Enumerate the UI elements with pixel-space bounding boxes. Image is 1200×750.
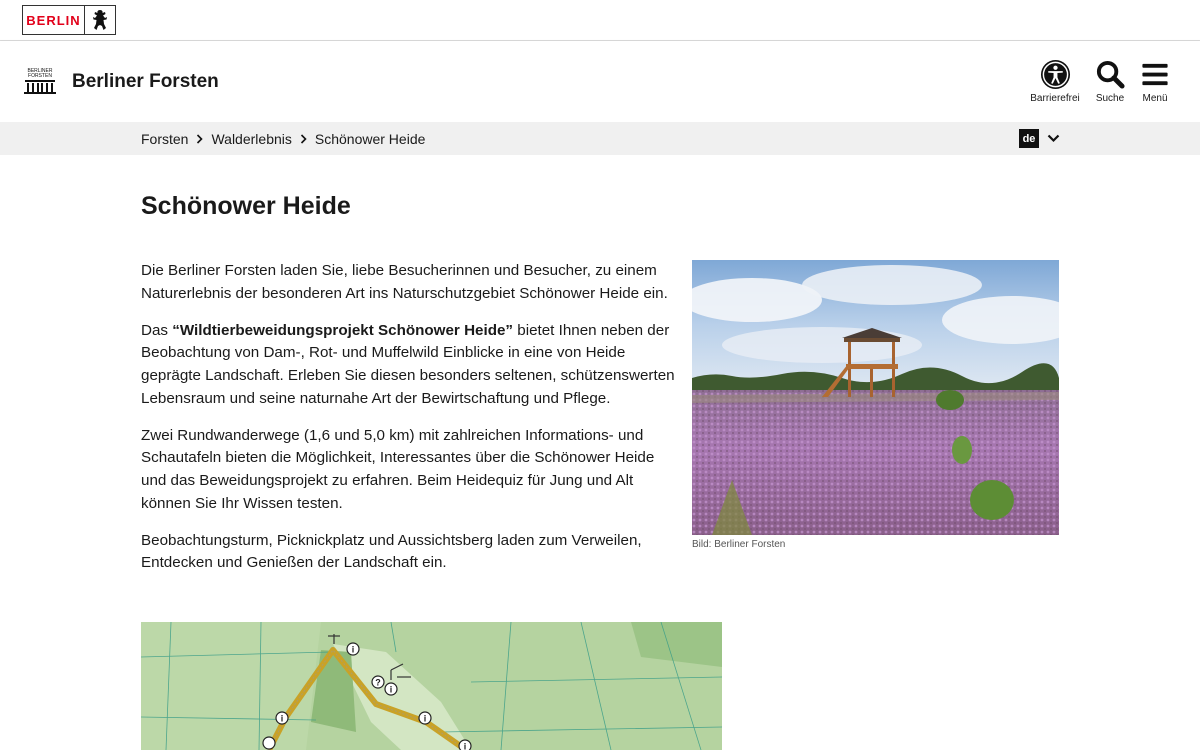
breadcrumb: Forsten Walderlebnis Schönower Heide (141, 131, 425, 147)
berliner-forsten-emblem-icon[interactable]: BERLINER FORSTEN (22, 66, 58, 96)
search-icon (1096, 60, 1125, 89)
page-title: Schönower Heide (141, 192, 351, 220)
paragraph-project: Das “Wildtierbeweidungsprojekt Schönower… (141, 320, 676, 410)
site-title[interactable]: Berliner Forsten (72, 71, 219, 93)
language-selector[interactable]: de (1019, 129, 1060, 148)
menu-button[interactable]: Menü (1138, 59, 1172, 104)
berlin-bear-icon (85, 6, 115, 34)
image-caption: Bild: Berliner Forsten (692, 539, 786, 550)
svg-text:FORSTEN: FORSTEN (28, 73, 52, 79)
trail-map[interactable]: i ? i i i i (141, 622, 722, 750)
menu-label: Menü (1142, 93, 1168, 104)
info-marker: i (464, 742, 467, 750)
accessibility-label: Barrierefrei (1030, 93, 1080, 104)
accessibility-button[interactable]: Barrierefrei (1028, 59, 1082, 104)
paragraph-intro: Die Berliner Forsten laden Sie, liebe Be… (141, 262, 668, 302)
hamburger-menu-icon (1142, 63, 1168, 86)
berlin-logo-text: BERLIN (23, 6, 85, 34)
info-marker: i (424, 714, 427, 724)
quiz-marker: ? (375, 678, 381, 688)
info-marker: i (352, 645, 355, 655)
heath-photo[interactable] (692, 260, 1059, 535)
site-header: BERLINER FORSTEN Berliner Forsten Barrie… (0, 41, 1200, 122)
search-label: Suche (1095, 93, 1125, 104)
breadcrumb-bar: Forsten Walderlebnis Schönower Heide de (0, 122, 1200, 155)
search-button[interactable]: Suche (1090, 59, 1130, 104)
paragraph-facilities: Beobachtungsturm, Picknickplatz und Auss… (141, 531, 642, 572)
paragraph-trails: Zwei Rundwanderwege (1,6 und 5,0 km) mit… (141, 426, 655, 512)
breadcrumb-item-walderlebnis[interactable]: Walderlebnis (211, 131, 291, 147)
language-code: de (1019, 129, 1039, 148)
chevron-down-icon (1047, 134, 1060, 143)
accessibility-icon (1040, 59, 1070, 90)
info-marker: i (390, 685, 393, 695)
chevron-right-icon (300, 134, 307, 144)
article-text: Die Berliner Forsten laden Sie, liebe Be… (141, 260, 676, 590)
berlin-logo-link[interactable]: BERLIN (22, 5, 116, 35)
top-bar: BERLIN (0, 0, 1200, 41)
info-marker: i (281, 714, 284, 724)
chevron-right-icon (196, 134, 204, 144)
project-name: “Wildtierbeweidungsprojekt Schönower Hei… (172, 321, 514, 339)
breadcrumb-item-current: Schönower Heide (314, 131, 426, 147)
paragraph-project-prefix: Das (141, 321, 173, 339)
breadcrumb-item-forsten[interactable]: Forsten (141, 131, 188, 147)
